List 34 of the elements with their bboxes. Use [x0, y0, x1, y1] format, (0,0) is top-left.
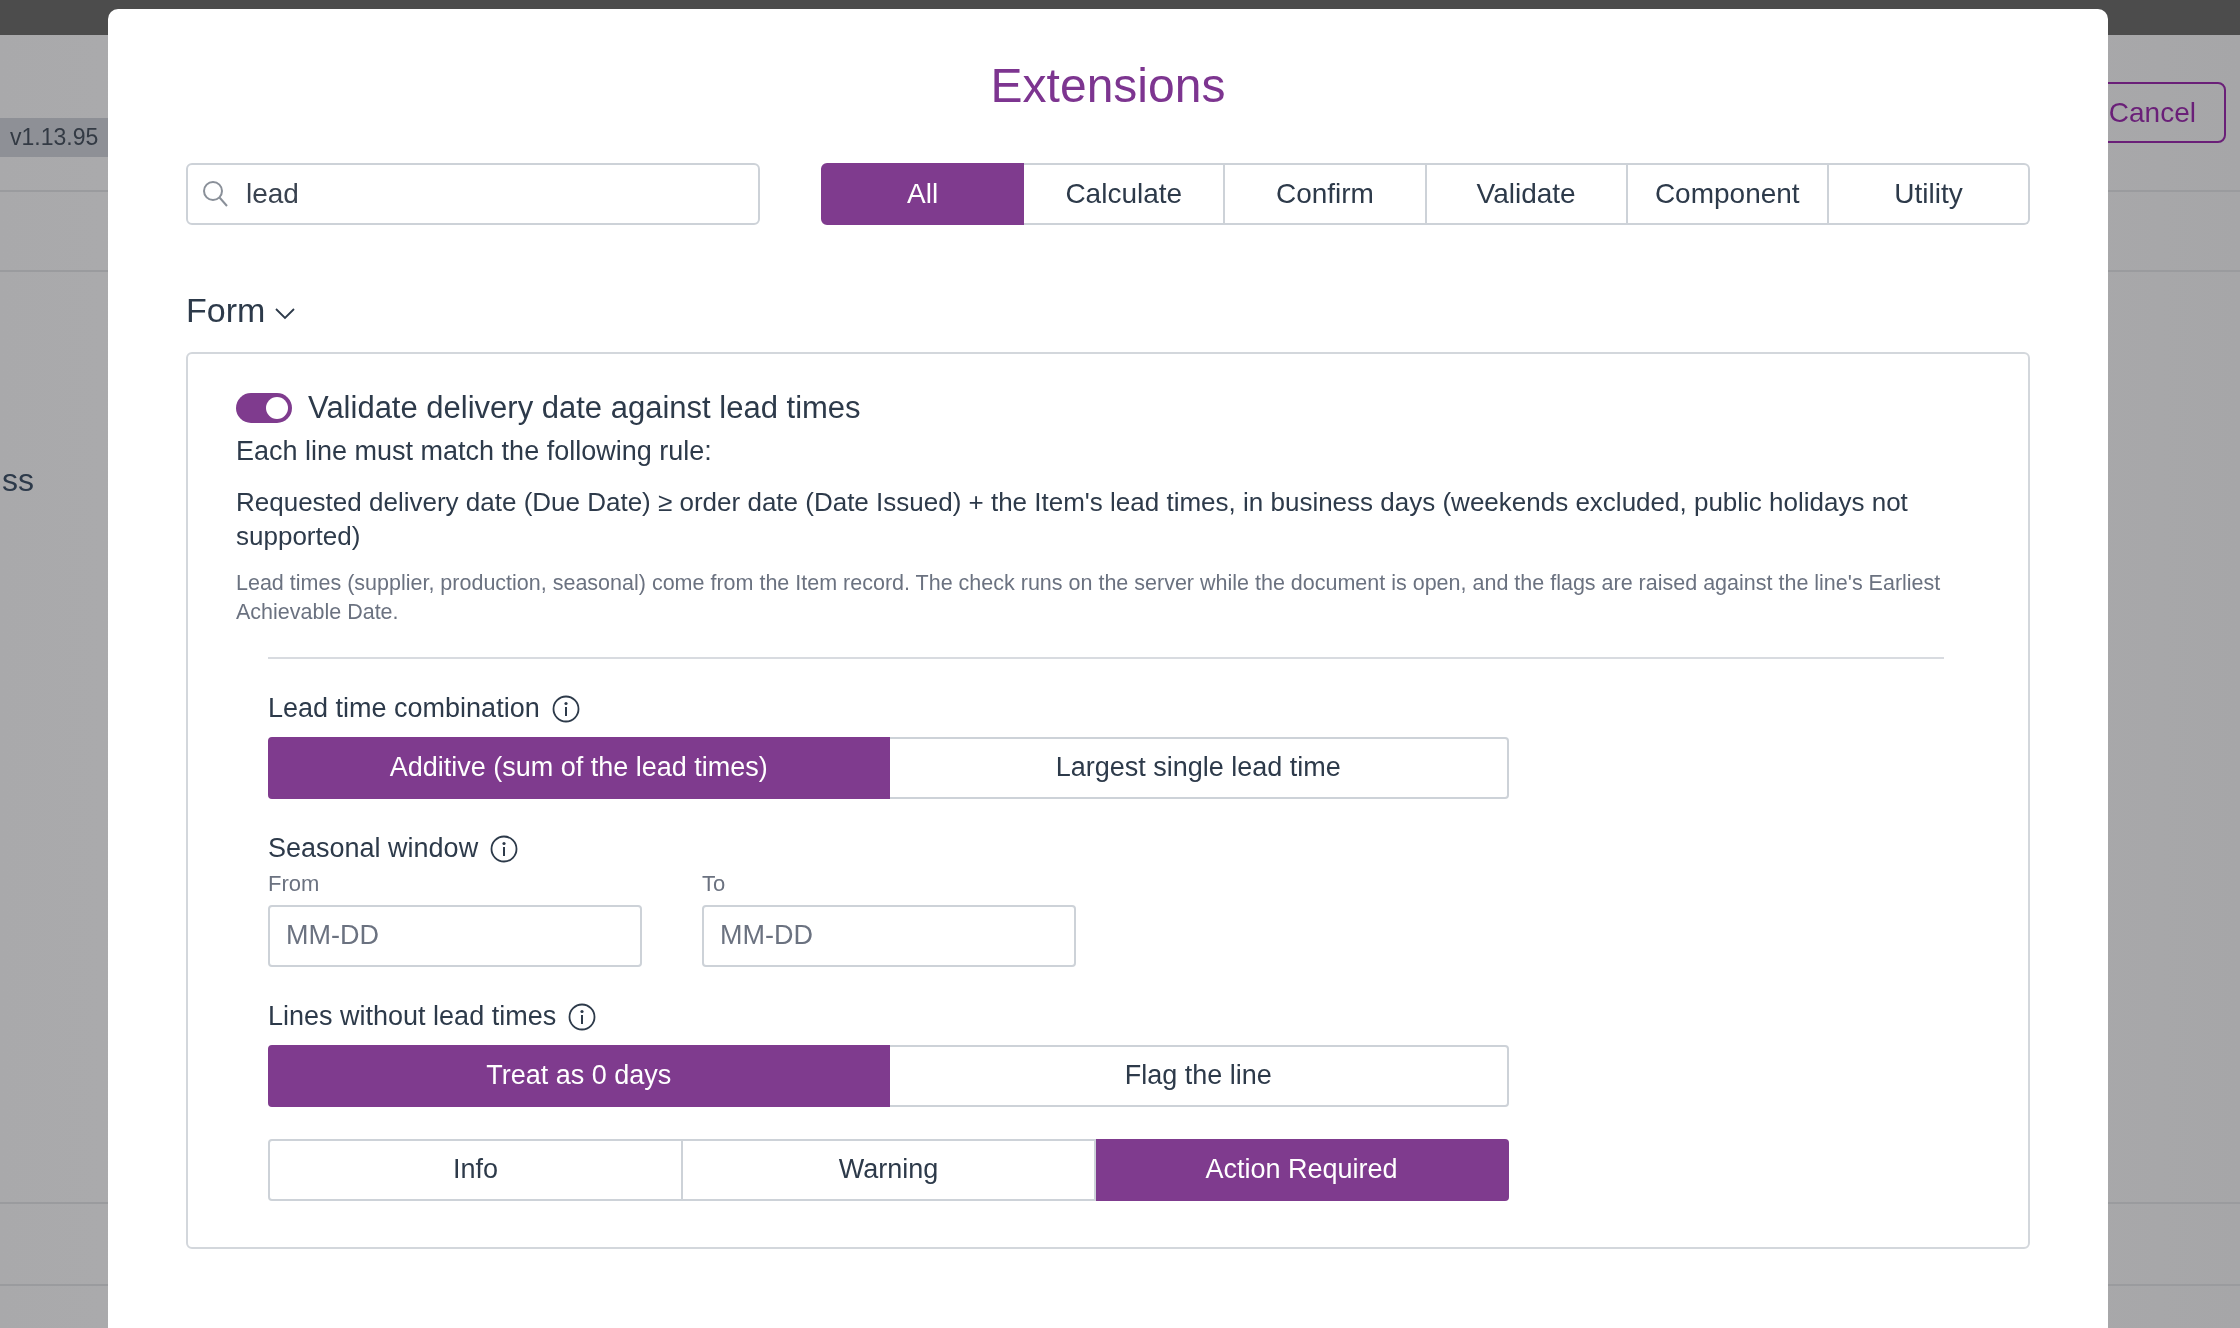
date-field[interactable]: MM-DD: [702, 904, 1076, 967]
note-text: Lead times (supplier, production, seasonal) come from the Item record. The check runs on the server while the document is open, and the flags are raised against the line's Earliest Achievable Date.: [236, 569, 1942, 626]
chevron-icon[interactable]: [275, 308, 296, 321]
section-title: Form: [186, 290, 266, 330]
setting-label: Seasonal window: [268, 833, 479, 865]
segment-option[interactable]: Action Required: [1096, 1138, 1509, 1201]
date-field[interactable]: MM-DD: [268, 904, 642, 967]
version-badge: v1.13.95: [0, 118, 108, 157]
info-icon[interactable]: [551, 694, 580, 723]
segment-option[interactable]: Info: [268, 1138, 683, 1201]
setting-label: Lead time combination: [268, 693, 540, 725]
field-label: To: [702, 870, 727, 897]
filter-tab[interactable]: Confirm: [1225, 162, 1427, 225]
segment-option[interactable]: Flag the line: [889, 1044, 1509, 1107]
filter-tab[interactable]: Validate: [1426, 162, 1628, 225]
filter-tab[interactable]: All: [821, 162, 1025, 225]
segment-option[interactable]: Warning: [683, 1138, 1096, 1201]
extension-title: Validate delivery date against lead times: [308, 389, 861, 426]
filter-tab[interactable]: Component: [1627, 162, 1829, 225]
page-heading: ss: [2, 462, 34, 499]
setting-label: Lines without lead times: [268, 1001, 557, 1033]
segment-option[interactable]: Treat as 0 days: [268, 1044, 890, 1107]
filter-tab[interactable]: Utility: [1828, 162, 2031, 225]
field-label: From: [268, 870, 321, 897]
dialog-title: Extensions: [989, 58, 1227, 114]
toggle-switch[interactable]: [236, 392, 292, 423]
info-icon[interactable]: [490, 834, 519, 863]
segment-option[interactable]: Additive (sum of the lead times): [268, 736, 890, 799]
search-field[interactable]: lead: [186, 162, 760, 225]
rule-text: Requested delivery date (Due Date) ≥ order date (Date Issued) + the Item's lead times, in business days (weekends excluded, public holidays not supported): [236, 485, 1909, 553]
filter-tab[interactable]: Calculate: [1024, 162, 1226, 225]
rule-intro: Each line must match the following rule:: [236, 435, 713, 467]
info-icon[interactable]: [568, 1002, 597, 1031]
segment-option[interactable]: Largest single lead time: [889, 736, 1509, 799]
